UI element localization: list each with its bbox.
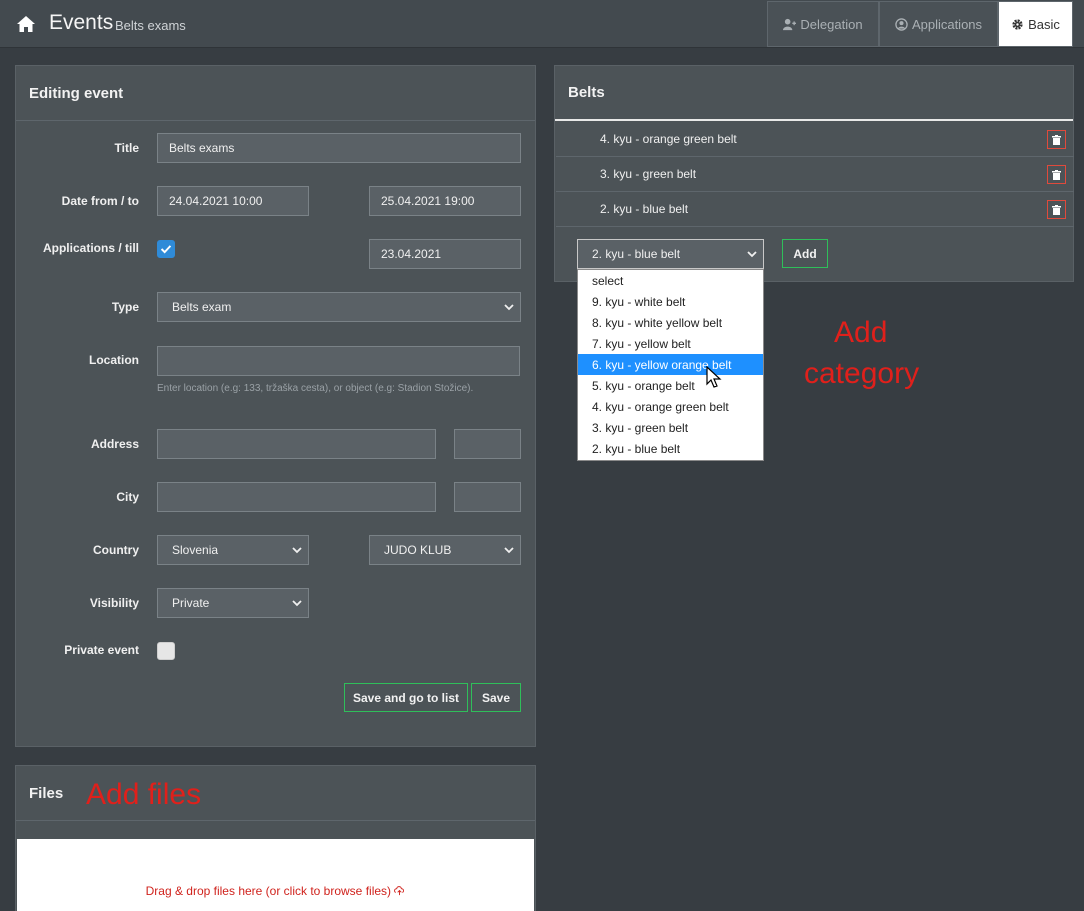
page-title: Events [49,11,114,34]
tab-applications[interactable]: Applications [879,1,998,47]
tab-delegation-label: Delegation [800,16,863,32]
belt-row: 2. kyu - blue belt [556,192,1074,227]
type-select[interactable]: Belts exam [157,292,521,322]
city-input[interactable] [157,482,436,512]
delete-belt-button[interactable] [1047,165,1066,184]
annotation-add-files: Add files [86,778,202,811]
date-to-value: 25.04.2021 19:00 [381,194,475,208]
gear-icon [1012,18,1023,30]
user-plus-icon [783,18,797,30]
mouse-cursor-icon [706,366,722,388]
user-circle-icon [895,17,908,31]
annotation-add-category-line1: Add [834,316,888,349]
visibility-select[interactable]: Private [157,588,309,618]
delete-belt-button[interactable] [1047,130,1066,149]
add-belt-button[interactable]: Add [782,239,828,268]
city-label: City [116,490,139,504]
dropdown-option[interactable]: 9. kyu - white belt [578,291,763,312]
belts-heading: Belts [555,66,1073,121]
belt-row: 4. kyu - orange green belt [556,122,1074,157]
address-label: Address [90,437,139,451]
belt-label: 4. kyu - orange green belt [600,132,737,146]
applications-till-input[interactable]: 23.04.2021 [369,239,521,269]
save-and-go-to-list-button[interactable]: Save and go to list [344,683,468,712]
dropdown-option[interactable]: 5. kyu - orange belt [578,375,763,396]
chevron-down-icon [292,600,302,607]
address-input[interactable] [157,429,436,459]
check-icon [160,245,172,254]
visibility-label: Visibility [89,596,139,610]
annotation-add-category-line2: category [804,357,920,390]
location-input[interactable] [157,346,520,376]
type-label: Type [111,300,139,314]
applications-checkbox[interactable] [157,240,175,258]
editing-event-heading: Editing event [16,66,535,121]
dropdown-option[interactable]: 4. kyu - orange green belt [578,396,763,417]
page-subtitle: Belts exams [115,18,186,33]
chevron-down-icon [504,304,514,311]
dropdown-option[interactable]: 8. kyu - white yellow belt [578,312,763,333]
belt-select[interactable]: 2. kyu - blue belt [577,239,764,269]
belt-dropdown-list: select 9. kyu - white belt 8. kyu - whit… [577,269,764,461]
chevron-down-icon [747,251,757,258]
tab-basic[interactable]: Basic [998,1,1073,47]
applications-label: Applications / till [42,241,139,255]
title-label: Title [114,141,139,155]
dropdown-option[interactable]: 7. kyu - yellow belt [578,333,763,354]
country-value: Slovenia [172,543,219,557]
dropdown-option-highlighted[interactable]: 6. kyu - yellow orange belt [578,354,763,375]
private-event-label: Private event [64,643,139,657]
delete-belt-button[interactable] [1047,200,1066,219]
tab-delegation[interactable]: Delegation [767,1,879,47]
chevron-down-icon [292,547,302,554]
date-from-value: 24.04.2021 10:00 [169,194,263,208]
dropzone-label: Drag & drop files here (or click to brow… [145,884,392,898]
location-label: Location [89,353,139,367]
visibility-value: Private [172,596,210,610]
date-from-input[interactable]: 24.04.2021 10:00 [157,186,309,216]
date-to-input[interactable]: 25.04.2021 19:00 [369,186,521,216]
save-button[interactable]: Save [471,683,521,712]
club-select[interactable]: JUDO KLUB [369,535,521,565]
dropzone-text: Drag & drop files here (or click to brow… [17,884,534,898]
top-bar: Events Belts exams Delegation Applicatio… [0,0,1084,48]
home-icon[interactable] [16,14,36,34]
applications-till-value: 23.04.2021 [381,247,442,261]
file-dropzone[interactable]: Drag & drop files here (or click to brow… [17,839,534,911]
tab-basic-label: Basic [1028,16,1060,32]
belt-label: 3. kyu - green belt [600,167,697,181]
trash-icon [1052,169,1061,180]
upload-icon [394,886,405,896]
dropdown-option[interactable]: 3. kyu - green belt [578,417,763,438]
club-value: JUDO KLUB [384,543,452,557]
title-value: Belts exams [169,141,235,155]
country-label: Country [93,543,139,557]
belt-row: 3. kyu - green belt [556,157,1074,192]
belt-select-value: 2. kyu - blue belt [592,247,681,261]
tab-applications-label: Applications [911,16,983,32]
address-number-input[interactable] [454,429,521,459]
postal-code-input[interactable] [454,482,521,512]
location-hint: Enter location (e.g: 133, tržaška cesta)… [157,383,474,394]
private-event-checkbox[interactable] [157,642,175,660]
dropdown-option[interactable]: 2. kyu - blue belt [578,438,763,459]
dropdown-option[interactable]: select [578,270,763,291]
belt-label: 2. kyu - blue belt [600,202,689,216]
country-select[interactable]: Slovenia [157,535,309,565]
title-input[interactable]: Belts exams [157,133,521,163]
type-value: Belts exam [172,300,232,314]
date-label: Date from / to [61,194,139,208]
trash-icon [1052,204,1061,215]
chevron-down-icon [504,547,514,554]
trash-icon [1052,134,1061,145]
